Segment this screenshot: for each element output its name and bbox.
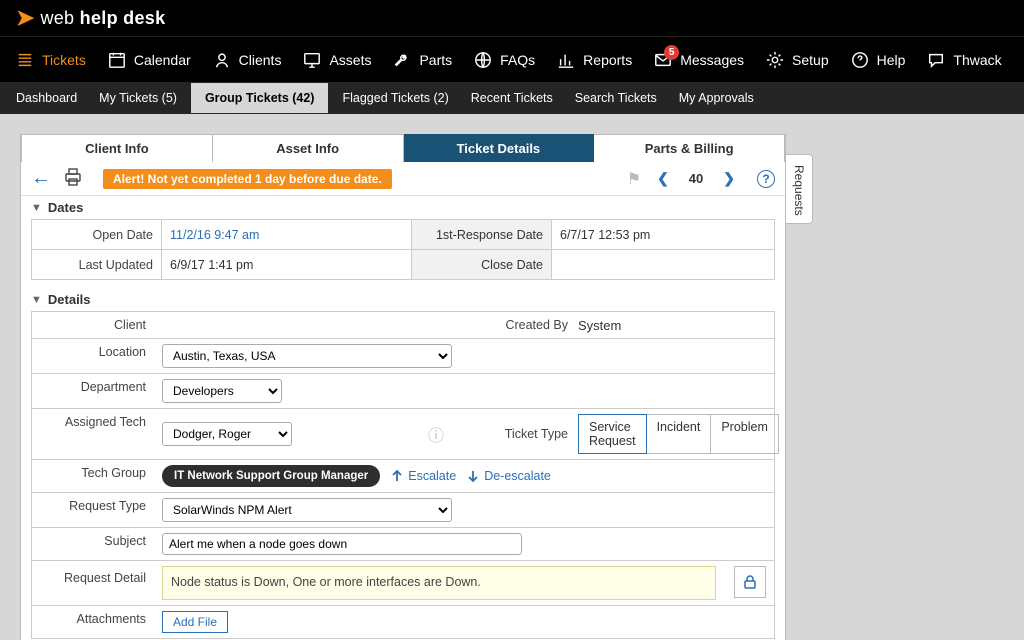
subnav-group-tickets[interactable]: Group Tickets (42) (191, 83, 329, 113)
ticket-type-segment: Service Request Incident Problem (578, 414, 779, 454)
close-date-label: Close Date (412, 250, 552, 280)
requests-side-tab[interactable]: Requests (786, 154, 813, 224)
subject-input[interactable] (162, 533, 522, 555)
open-date-label: Open Date (32, 220, 162, 250)
collapse-icon: ▼ (31, 202, 42, 214)
tab-client-info[interactable]: Client Info (21, 134, 213, 162)
brand-name: web help desk (40, 8, 165, 29)
add-file-button[interactable]: Add File (162, 611, 228, 633)
list-icon (16, 51, 34, 69)
prev-ticket[interactable]: ❮ (653, 170, 673, 187)
calendar-icon (108, 51, 126, 69)
collapse-icon: ▼ (31, 294, 42, 306)
created-by-label: Created By (468, 318, 568, 332)
last-updated-label: Last Updated (32, 250, 162, 280)
next-ticket[interactable]: ❯ (719, 170, 739, 187)
first-response-value: 6/7/17 12:53 pm (552, 220, 775, 250)
faqs-icon (474, 51, 492, 69)
subnav-recent-tickets[interactable]: Recent Tickets (471, 91, 553, 105)
info-icon[interactable]: ⓘ (428, 422, 444, 446)
attachments-label: Attachments (32, 606, 154, 638)
messages-badge: 5 (664, 45, 679, 60)
ticket-panel: Client Info Asset Info Ticket Details Pa… (20, 134, 786, 640)
brand-icon: ➤ (16, 5, 34, 31)
sub-nav: Dashboard My Tickets (5) Group Tickets (… (0, 82, 1024, 114)
alert-banner: Alert! Not yet completed 1 day before du… (103, 169, 392, 189)
monitor-icon (303, 51, 321, 69)
print-button[interactable] (63, 168, 83, 189)
subnav-flagged-tickets[interactable]: Flagged Tickets (2) (342, 91, 448, 105)
section-details-header[interactable]: ▼ Details (21, 288, 785, 311)
nav-clients[interactable]: Clients (213, 51, 282, 69)
request-detail-text[interactable]: Node status is Down, One or more interfa… (162, 566, 716, 600)
dates-table: Open Date 11/2/16 9:47 am 1st-Response D… (31, 219, 775, 280)
open-date-value: 11/2/16 9:47 am (170, 228, 259, 242)
help-icon (851, 51, 869, 69)
client-label: Client (32, 312, 154, 338)
section-dates-header[interactable]: ▼ Dates (21, 196, 785, 219)
ticket-type-incident[interactable]: Incident (646, 414, 712, 454)
flag-icon[interactable]: ⚑ (627, 169, 641, 189)
department-label: Department (32, 374, 154, 408)
wrench-icon (393, 51, 411, 69)
nav-reports[interactable]: Reports (557, 51, 632, 69)
request-detail-label: Request Detail (32, 561, 154, 605)
envelope-icon: 5 (654, 51, 672, 69)
nav-faqs[interactable]: FAQs (474, 51, 535, 69)
nav-messages[interactable]: 5 Messages (654, 51, 744, 69)
tech-group-label: Tech Group (32, 460, 154, 492)
ticket-number: 40 (689, 171, 703, 186)
created-by-value: System (578, 318, 621, 333)
nav-setup[interactable]: Setup (766, 51, 829, 69)
chart-icon (557, 51, 575, 69)
tab-ticket-details[interactable]: Ticket Details (404, 134, 595, 162)
tab-parts-billing[interactable]: Parts & Billing (594, 134, 785, 162)
client-value (154, 312, 460, 338)
ticket-type-label: Ticket Type (468, 427, 568, 441)
assigned-tech-select[interactable]: Dodger, Roger (162, 422, 292, 446)
location-label: Location (32, 339, 154, 373)
request-type-select[interactable]: SolarWinds NPM Alert (162, 498, 452, 522)
gear-icon (766, 51, 784, 69)
subnav-search-tickets[interactable]: Search Tickets (575, 91, 657, 105)
tab-asset-info[interactable]: Asset Info (213, 134, 404, 162)
ticket-type-problem[interactable]: Problem (710, 414, 779, 454)
lock-button[interactable] (734, 566, 766, 598)
tech-group-pill: IT Network Support Group Manager (162, 465, 380, 487)
escalate-button[interactable]: Escalate (390, 469, 456, 483)
person-icon (213, 51, 231, 69)
nav-parts[interactable]: Parts (393, 51, 452, 69)
subject-label: Subject (32, 528, 154, 560)
nav-thwack[interactable]: Thwack (927, 51, 1001, 69)
last-updated-value: 6/9/17 1:41 pm (162, 250, 412, 280)
panel-help-button[interactable]: ? (757, 170, 775, 188)
nav-help[interactable]: Help (851, 51, 906, 69)
deescalate-button[interactable]: De-escalate (466, 469, 551, 483)
nav-tickets[interactable]: Tickets (16, 51, 86, 69)
subnav-my-tickets[interactable]: My Tickets (5) (99, 91, 177, 105)
request-type-label: Request Type (32, 493, 154, 527)
location-select[interactable]: Austin, Texas, USA (162, 344, 452, 368)
subnav-my-approvals[interactable]: My Approvals (679, 91, 754, 105)
close-date-value (552, 250, 775, 280)
department-select[interactable]: Developers (162, 379, 282, 403)
back-button[interactable]: ← (31, 167, 51, 190)
titlebar: ➤ web help desk (0, 0, 1024, 36)
ticket-type-service-request[interactable]: Service Request (578, 414, 647, 454)
main-nav: Tickets Calendar Clients Assets Parts FA… (0, 36, 1024, 82)
assigned-tech-label: Assigned Tech (32, 409, 154, 459)
details-body: Client Created By System Location Austin… (21, 311, 785, 639)
subnav-dashboard[interactable]: Dashboard (16, 91, 77, 105)
nav-assets[interactable]: Assets (303, 51, 371, 69)
nav-calendar[interactable]: Calendar (108, 51, 191, 69)
first-response-label: 1st-Response Date (412, 220, 552, 250)
chat-icon (927, 51, 945, 69)
